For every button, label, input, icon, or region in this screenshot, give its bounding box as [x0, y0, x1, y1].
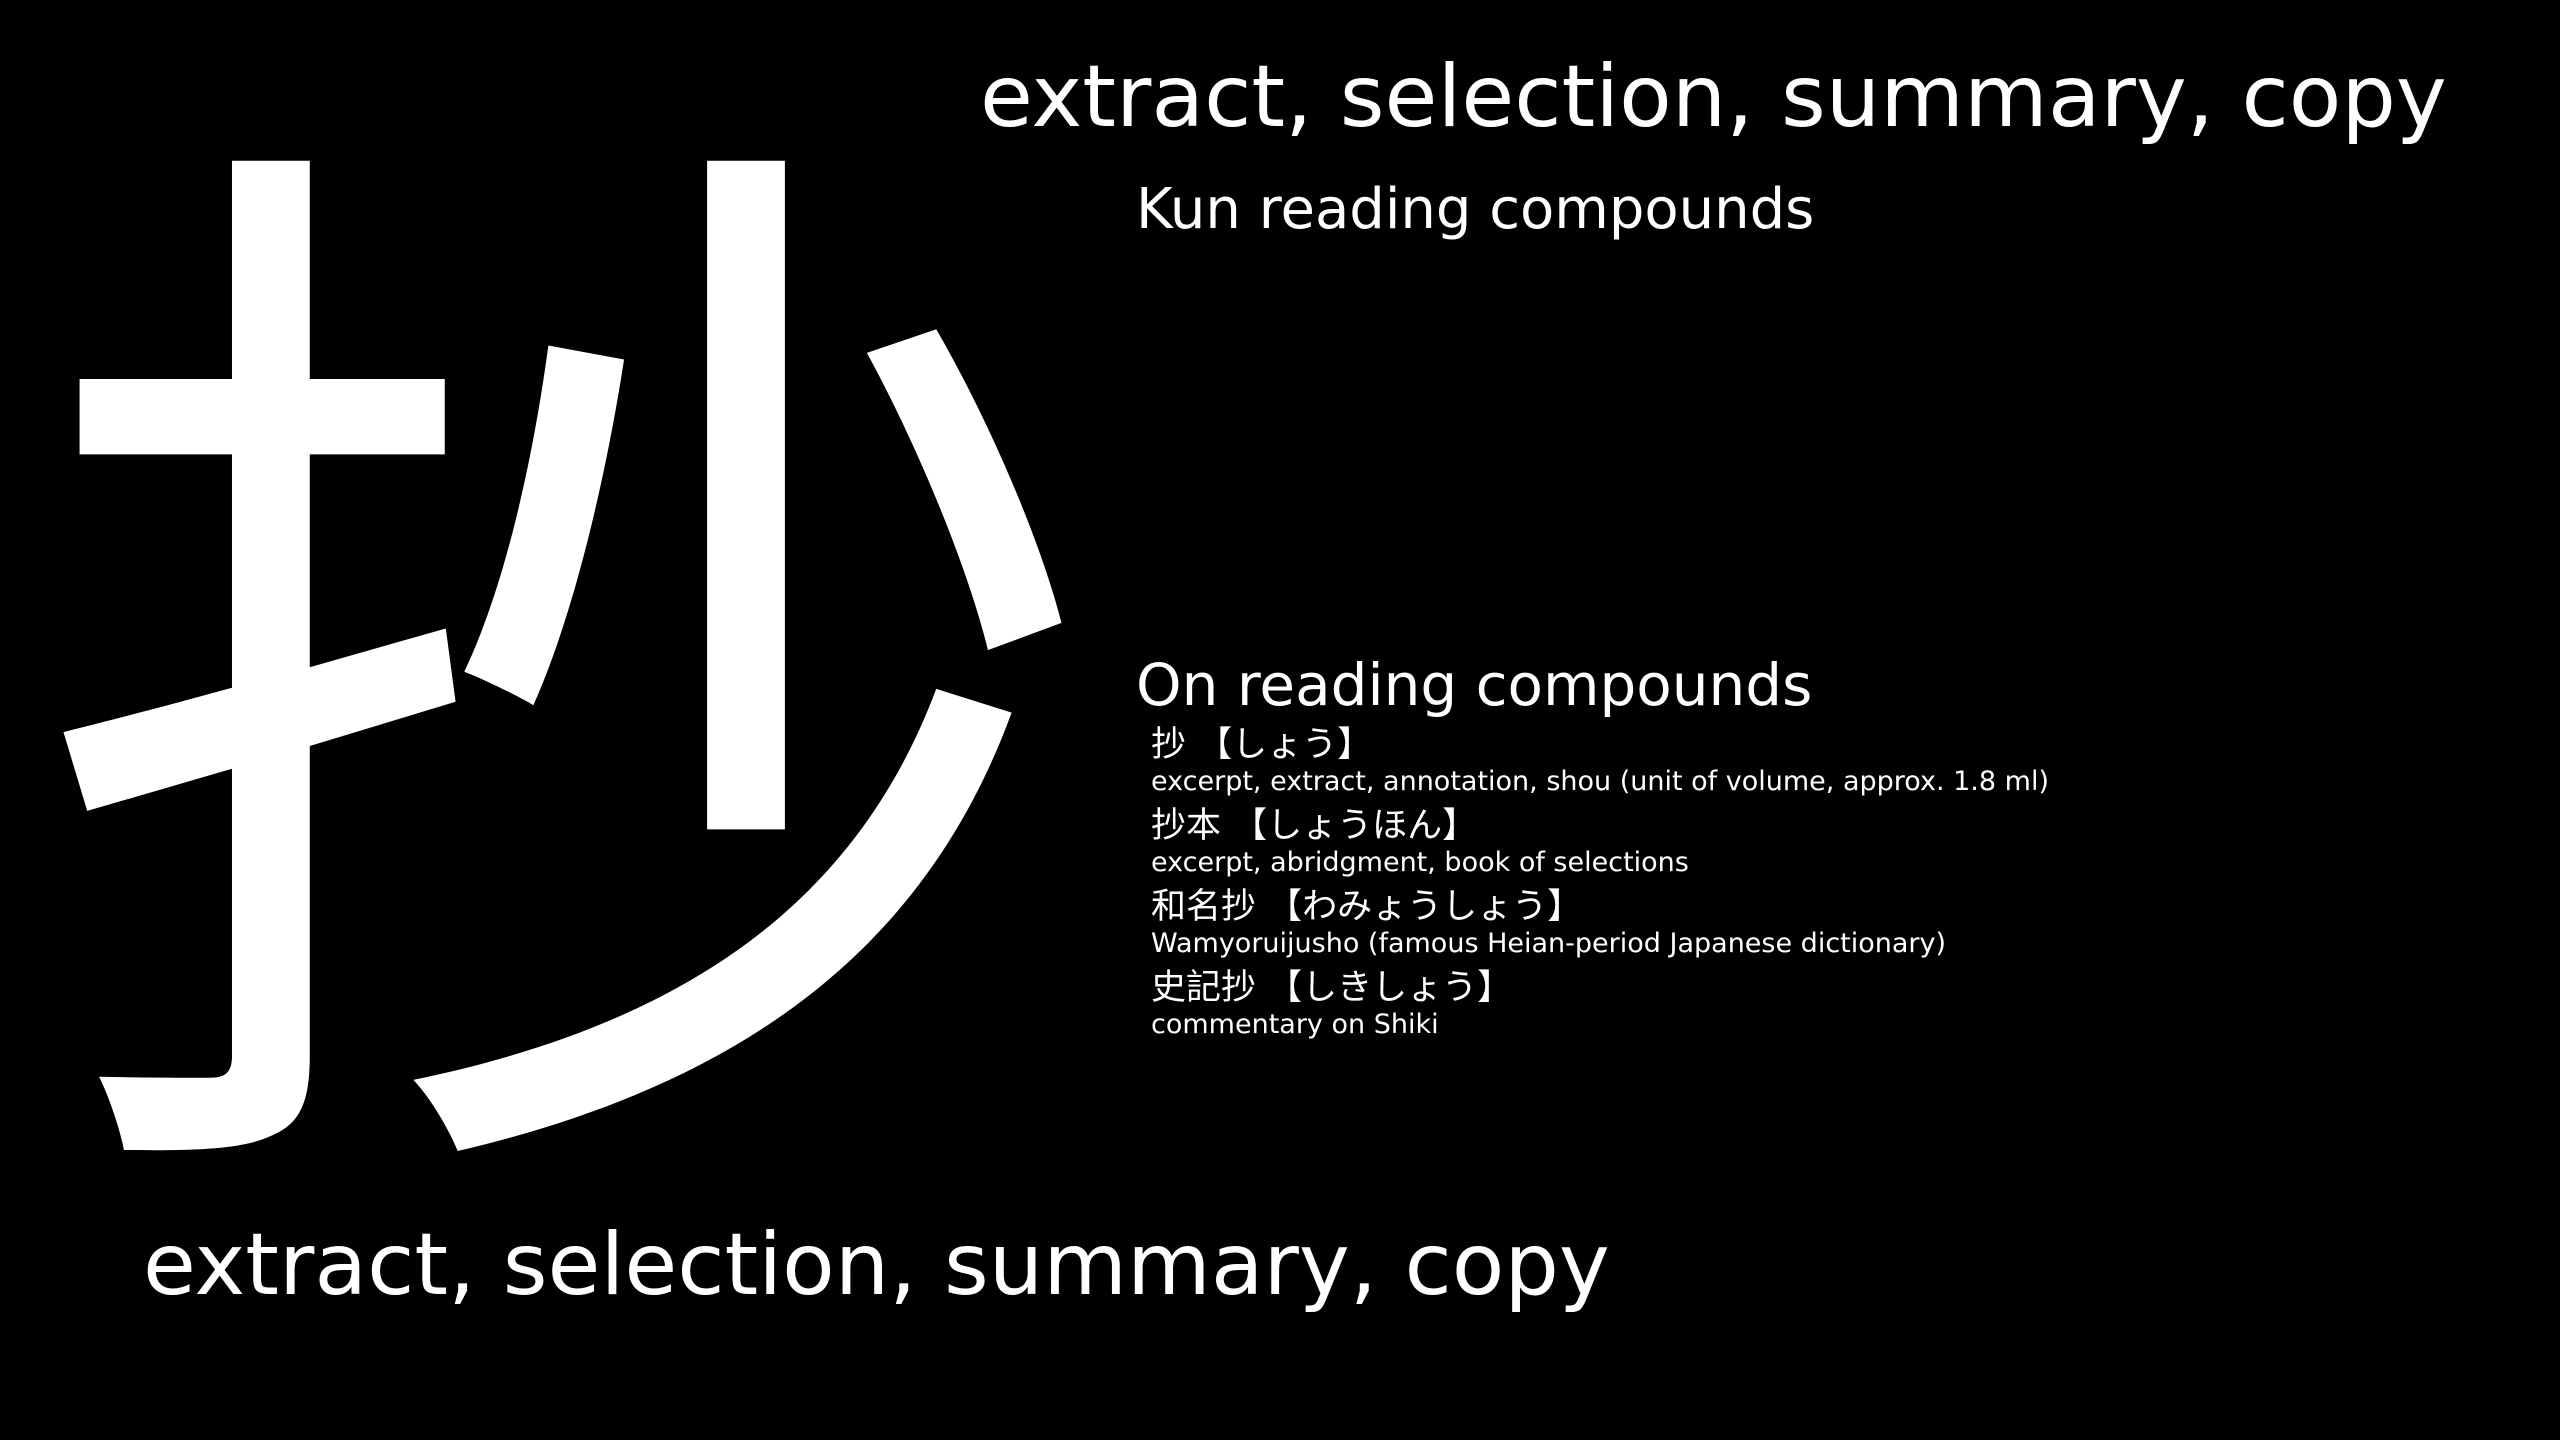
- compound-word: 抄本 【しょうほん】: [1151, 806, 1478, 846]
- meaning-heading-top: extract, selection, summary, copy: [980, 47, 2447, 147]
- on-reading-heading: On reading compounds: [1136, 651, 1813, 719]
- compound-definition: commentary on Shiki: [1151, 1009, 1439, 1040]
- kanji-character: 抄: [30, 66, 1110, 1323]
- compound-item: 抄本 【しょうほん】 excerpt, abridgment, book of …: [1151, 805, 2531, 886]
- compound-definition: excerpt, abridgment, book of selections: [1151, 847, 1689, 878]
- compound-definition: excerpt, extract, annotation, shou (unit…: [1151, 766, 2049, 797]
- compound-item: 史記抄 【しきしょう】 commentary on Shiki: [1151, 967, 2531, 1048]
- compound-word: 和名抄 【わみょうしょう】: [1151, 887, 1583, 927]
- on-compounds-list: 抄 【しょう】 excerpt, extract, annotation, sh…: [1151, 724, 2531, 1048]
- compound-definition: Wamyoruijusho (famous Heian-period Japan…: [1151, 928, 1947, 959]
- kun-reading-heading: Kun reading compounds: [1136, 177, 1815, 242]
- meaning-heading-bottom: extract, selection, summary, copy: [143, 1215, 1610, 1315]
- compound-word: 抄 【しょう】: [1151, 725, 1373, 765]
- compound-item: 抄 【しょう】 excerpt, extract, annotation, sh…: [1151, 724, 2531, 805]
- compound-word: 史記抄 【しきしょう】: [1151, 968, 1513, 1008]
- compound-item: 和名抄 【わみょうしょう】 Wamyoruijusho (famous Heia…: [1151, 886, 2531, 967]
